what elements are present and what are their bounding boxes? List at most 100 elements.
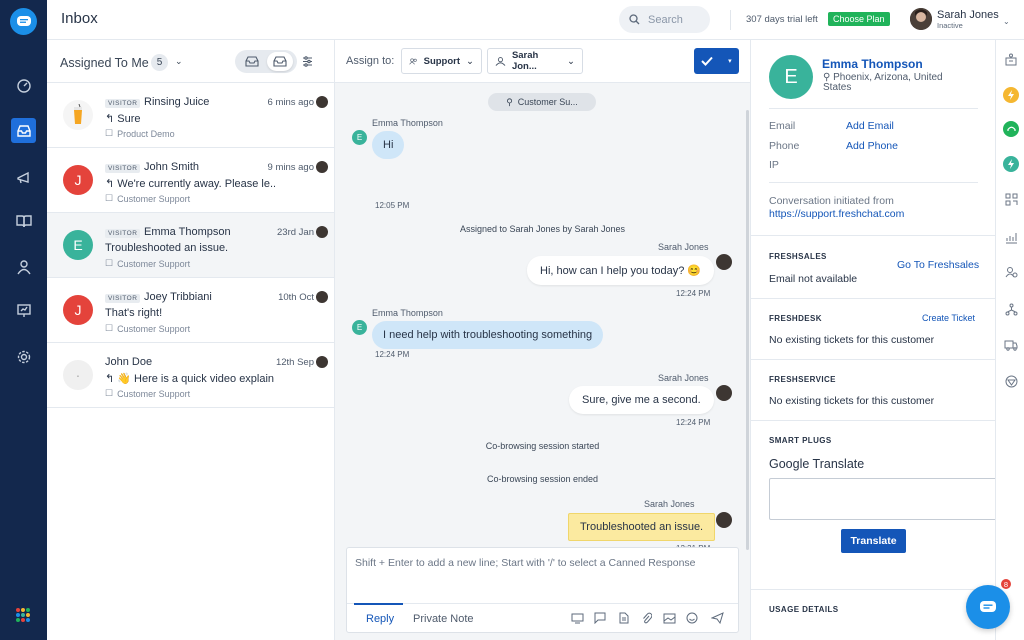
phone-label: Phone (769, 140, 800, 152)
apps-grid-icon[interactable] (16, 608, 30, 622)
agent-select[interactable]: Sarah Jon... ⌄ (487, 48, 583, 74)
notification-badge: 8 (1000, 578, 1012, 590)
create-ticket-link[interactable]: Create Ticket (922, 313, 975, 323)
tab-reply[interactable]: Reply (353, 603, 404, 625)
message-bubble: Hi (372, 131, 405, 159)
dashboard-icon[interactable] (11, 73, 36, 98)
cobrowse-icon[interactable] (570, 611, 584, 625)
book-icon[interactable] (11, 208, 36, 233)
tab-private-note[interactable]: Private Note (413, 613, 474, 625)
send-icon[interactable] (710, 611, 724, 625)
image-icon[interactable] (662, 611, 676, 625)
ip-label: IP (769, 159, 779, 171)
freshdesk-heading: FRESHDESK (769, 314, 822, 323)
message-time: 12:05 PM (375, 201, 410, 210)
group-label: ☐ Customer Support (105, 388, 190, 399)
avatar: · (63, 360, 93, 390)
conversation-list: Assigned To Me 5 ⌄ VISITOR Rinsing Juice… (47, 40, 335, 640)
message-time: 12:24 PM (676, 289, 711, 298)
assign-bar: Assign to: Support ⌄ Sarah Jon... ⌄ ▾ (335, 40, 750, 83)
chat-logo-icon[interactable] (10, 8, 37, 35)
list-item[interactable]: · John Doe 12th Sep ↰ 👋 Here is a quick … (47, 343, 334, 408)
bot-icon[interactable] (1003, 52, 1019, 68)
campaigns-icon[interactable] (11, 164, 36, 189)
group-icon (409, 58, 417, 64)
initiated-url-link[interactable]: https://support.freshchat.com (769, 208, 904, 220)
search-icon (629, 14, 640, 25)
inbox-view-icon[interactable] (267, 52, 293, 71)
reports-icon[interactable] (11, 298, 36, 323)
inbox-icon[interactable] (11, 118, 36, 143)
qr-code-icon[interactable] (1003, 191, 1019, 207)
scrollbar[interactable] (746, 110, 749, 550)
attachment-icon[interactable] (640, 611, 654, 625)
system-message: Co-browsing session ended (486, 474, 599, 484)
contact-name[interactable]: Emma Thompson (822, 57, 923, 71)
avatar: E (352, 130, 367, 145)
emoji-icon[interactable] (685, 611, 699, 625)
translate-textarea[interactable] (769, 478, 997, 520)
headset-icon[interactable] (1003, 121, 1019, 137)
filter-label[interactable]: Assigned To Me (60, 56, 149, 70)
contact-name: John Smith (144, 161, 200, 173)
contact-name: Joey Tribbiani (144, 291, 212, 303)
add-phone-link[interactable]: Add Phone (846, 140, 898, 152)
topic-pill[interactable]: ⚲ Customer Su... (488, 93, 596, 111)
group-text: Product Demo (117, 128, 175, 139)
user-avatar[interactable] (910, 8, 932, 30)
message-composer[interactable]: Shift + Enter to add a new line; Start w… (346, 547, 739, 633)
list-item[interactable]: VISITOR Rinsing Juice 6 mins ago ↰ Sure … (47, 83, 334, 148)
delivery-icon[interactable] (1003, 337, 1019, 353)
message-bubble: Sure, give me a second. (569, 386, 714, 414)
resolve-button[interactable]: ▾ (694, 48, 739, 74)
chevron-down-icon[interactable]: ⌄ (175, 56, 183, 67)
group-icon: ☐ (105, 258, 114, 268)
agent-avatar (716, 385, 732, 401)
reply-arrow-icon: ↰ (105, 373, 118, 385)
analytics-icon[interactable] (1003, 229, 1019, 245)
contact-location: ⚲ Phoenix, Arizona, United States (823, 73, 943, 93)
list-view-icon[interactable] (239, 52, 265, 71)
add-email-link[interactable]: Add Email (846, 120, 894, 132)
group-label: ☐ Customer Support (105, 193, 190, 204)
user-search-icon[interactable] (1003, 264, 1019, 280)
timestamp: 6 mins ago (267, 97, 314, 108)
top-bar: Inbox Search 307 days trial left Choose … (47, 0, 1024, 40)
flash-icon[interactable] (1003, 156, 1019, 172)
chat-bubble-icon (980, 600, 996, 612)
list-item[interactable]: J VISITOR Joey Tribbiani 10th Oct That's… (47, 278, 334, 343)
choose-plan-button[interactable]: Choose Plan (828, 12, 890, 26)
chat-widget-button[interactable] (966, 585, 1010, 629)
message-text: 👋 Here is a quick video explain... (117, 373, 275, 385)
timestamp: 23rd Jan (277, 227, 314, 238)
shield-icon[interactable] (1003, 373, 1019, 389)
contact-name: Rinsing Juice (144, 96, 210, 108)
go-to-freshsales-link[interactable]: Go To Freshsales (897, 259, 979, 271)
chevron-down-icon[interactable]: ⌄ (1003, 17, 1010, 26)
avatar: E (63, 230, 93, 260)
divider (751, 589, 996, 590)
translate-button[interactable]: Translate (841, 529, 906, 553)
network-icon[interactable] (1003, 301, 1019, 317)
lightning-icon[interactable] (1003, 87, 1019, 103)
filter-settings-icon[interactable] (302, 56, 313, 70)
usage-details-heading: USAGE DETAILS (769, 605, 839, 614)
chat-panel: Assign to: Support ⌄ Sarah Jon... ⌄ ▾ ⚲ … (335, 40, 750, 640)
message-text: Sure (117, 113, 141, 125)
user-status: Inactive (937, 21, 963, 30)
left-nav (0, 0, 47, 640)
canned-response-icon[interactable] (593, 611, 607, 625)
group-select[interactable]: Support ⌄ (401, 48, 482, 74)
search-input[interactable]: Search (619, 6, 710, 33)
message-sender: Emma Thompson (372, 118, 443, 128)
document-icon[interactable] (617, 611, 631, 625)
group-text: Customer Support (117, 258, 191, 269)
list-item[interactable]: J VISITOR John Smith 9 mins ago ↰ We're … (47, 148, 334, 213)
list-item[interactable]: E VISITOR Emma Thompson 23rd Jan Trouble… (47, 213, 334, 278)
user-name[interactable]: Sarah Jones (937, 9, 999, 21)
conversation-count: 5 (151, 54, 168, 71)
view-toggle[interactable] (235, 50, 297, 73)
settings-icon[interactable] (11, 344, 36, 369)
agent-icon (495, 56, 506, 66)
contacts-icon[interactable] (11, 254, 36, 279)
